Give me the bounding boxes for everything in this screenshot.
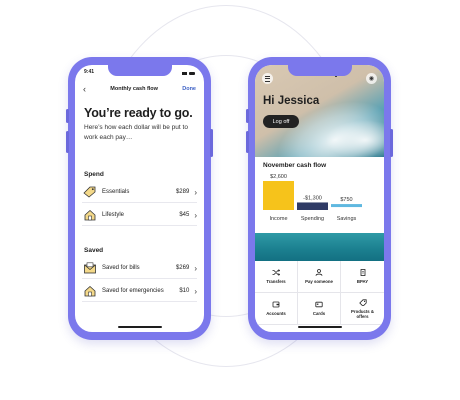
tile-pay-someone[interactable]: Pay someone bbox=[298, 261, 341, 293]
tile-cards[interactable]: Cards bbox=[298, 293, 341, 325]
notification-button[interactable]: ◉ bbox=[366, 73, 377, 84]
list-item-saved-for-emergencies[interactable]: Saved for emergencies $10 › bbox=[82, 281, 197, 302]
page-title: You’re ready to go. bbox=[84, 106, 193, 120]
chevron-right-icon: › bbox=[194, 263, 197, 273]
list-item-label: Saved for bills bbox=[102, 265, 140, 271]
chart-bar-income bbox=[263, 181, 294, 210]
list-item-label: Essentials bbox=[102, 189, 130, 195]
chart-category-label: Income bbox=[269, 216, 287, 222]
cash-flow-title: November cash flow bbox=[263, 162, 327, 169]
phone-side-button bbox=[246, 131, 249, 153]
list-item-saved-for-bills[interactable]: Saved for bills $269 › bbox=[82, 258, 197, 279]
phone-side-button bbox=[66, 131, 69, 153]
chart-value-label: $2,600 bbox=[270, 174, 287, 180]
cash-flow-card[interactable]: November cash flow $2,600 Income -$1,300 Sp… bbox=[255, 157, 384, 233]
list-item-amount: $45 bbox=[179, 212, 190, 218]
tile-bpay[interactable]: BPAY bbox=[341, 261, 384, 293]
home-indicator bbox=[297, 326, 342, 328]
signal-icon bbox=[182, 71, 187, 75]
left-phone: 9:41 ‹ Monthly cash flow Done You’re rea… bbox=[66, 57, 213, 340]
envelope-icon bbox=[82, 262, 97, 275]
phone-notch bbox=[107, 65, 172, 76]
done-button[interactable]: Done bbox=[182, 86, 196, 92]
card-icon bbox=[315, 301, 323, 308]
ocean-image bbox=[255, 233, 384, 261]
chevron-right-icon: › bbox=[194, 210, 197, 220]
bulb-icon: ◉ bbox=[368, 76, 375, 82]
status-icons bbox=[182, 69, 195, 77]
tag-icon bbox=[82, 186, 97, 199]
section-label-saved: Saved bbox=[84, 247, 104, 254]
house-icon bbox=[82, 209, 97, 222]
quick-actions-grid: Transfers Pay someone BPAY Accounts Card… bbox=[255, 261, 384, 325]
tile-label: Accounts bbox=[266, 311, 286, 316]
tile-products-offers[interactable]: Products & offers bbox=[341, 293, 384, 325]
left-screen: 9:41 ‹ Monthly cash flow Done You’re rea… bbox=[75, 65, 204, 332]
right-screen: ◉ Hi Jessica Log off November cash flow … bbox=[255, 65, 384, 332]
tile-label: Transfers bbox=[266, 279, 286, 284]
battery-icon bbox=[189, 71, 195, 75]
list-item-amount: $289 bbox=[175, 189, 190, 195]
list-item-label: Lifestyle bbox=[102, 212, 125, 218]
chart-bar-savings bbox=[331, 204, 362, 208]
menu-icon bbox=[265, 75, 270, 82]
right-phone: ◉ Hi Jessica Log off November cash flow … bbox=[246, 57, 393, 340]
nav-title: Monthly cash flow bbox=[110, 86, 158, 92]
phone-side-button bbox=[66, 109, 69, 123]
log-off-button[interactable]: Log off bbox=[263, 115, 299, 128]
tile-label: Cards bbox=[312, 311, 326, 316]
page-subtitle: Here’s how each dollar will be put to wo… bbox=[84, 124, 188, 141]
greeting: Hi Jessica bbox=[263, 95, 320, 107]
hero-wave bbox=[325, 120, 384, 157]
phone-notch bbox=[287, 65, 352, 76]
list-item-essentials[interactable]: Essentials $289 › bbox=[82, 182, 197, 203]
tile-accounts[interactable]: Accounts bbox=[255, 293, 298, 325]
list-item-amount: $10 bbox=[179, 288, 190, 294]
phone-side-button bbox=[210, 129, 213, 157]
receipt-icon bbox=[360, 269, 365, 276]
tile-label: BPAY bbox=[356, 279, 369, 284]
hero-image bbox=[255, 65, 384, 157]
chevron-left-icon[interactable]: ‹ bbox=[83, 85, 86, 94]
nav-bar: ‹ Monthly cash flow Done bbox=[83, 83, 196, 95]
chart-value-label: -$1,300 bbox=[303, 195, 322, 201]
chart-category-label: Spending bbox=[301, 216, 324, 222]
tile-label: Pay someone bbox=[305, 279, 333, 284]
phone-side-button bbox=[246, 109, 249, 123]
cash-flow-chart: $2,600 Income -$1,300 Spending $750 Savings bbox=[263, 174, 362, 222]
chart-category-label: Savings bbox=[337, 216, 357, 222]
shuffle-icon bbox=[272, 269, 280, 276]
tag-icon bbox=[358, 298, 367, 306]
list-item-amount: $269 bbox=[175, 265, 190, 271]
home-indicator bbox=[117, 326, 162, 328]
chevron-right-icon: › bbox=[194, 286, 197, 296]
house-icon bbox=[82, 285, 97, 298]
tile-label: Products & offers bbox=[351, 308, 374, 319]
tile-transfers[interactable]: Transfers bbox=[255, 261, 298, 293]
phone-side-button bbox=[390, 129, 393, 157]
list-item-label: Saved for emergencies bbox=[102, 288, 164, 294]
menu-button[interactable] bbox=[262, 73, 273, 84]
chevron-right-icon: › bbox=[194, 187, 197, 197]
section-label-spend: Spend bbox=[84, 171, 104, 178]
wallet-icon bbox=[272, 301, 280, 308]
chart-bar-spending bbox=[297, 202, 328, 210]
status-time: 9:41 bbox=[84, 69, 95, 75]
person-icon bbox=[315, 269, 323, 276]
list-item-lifestyle[interactable]: Lifestyle $45 › bbox=[82, 205, 197, 226]
chart-value-label: $750 bbox=[340, 197, 352, 203]
